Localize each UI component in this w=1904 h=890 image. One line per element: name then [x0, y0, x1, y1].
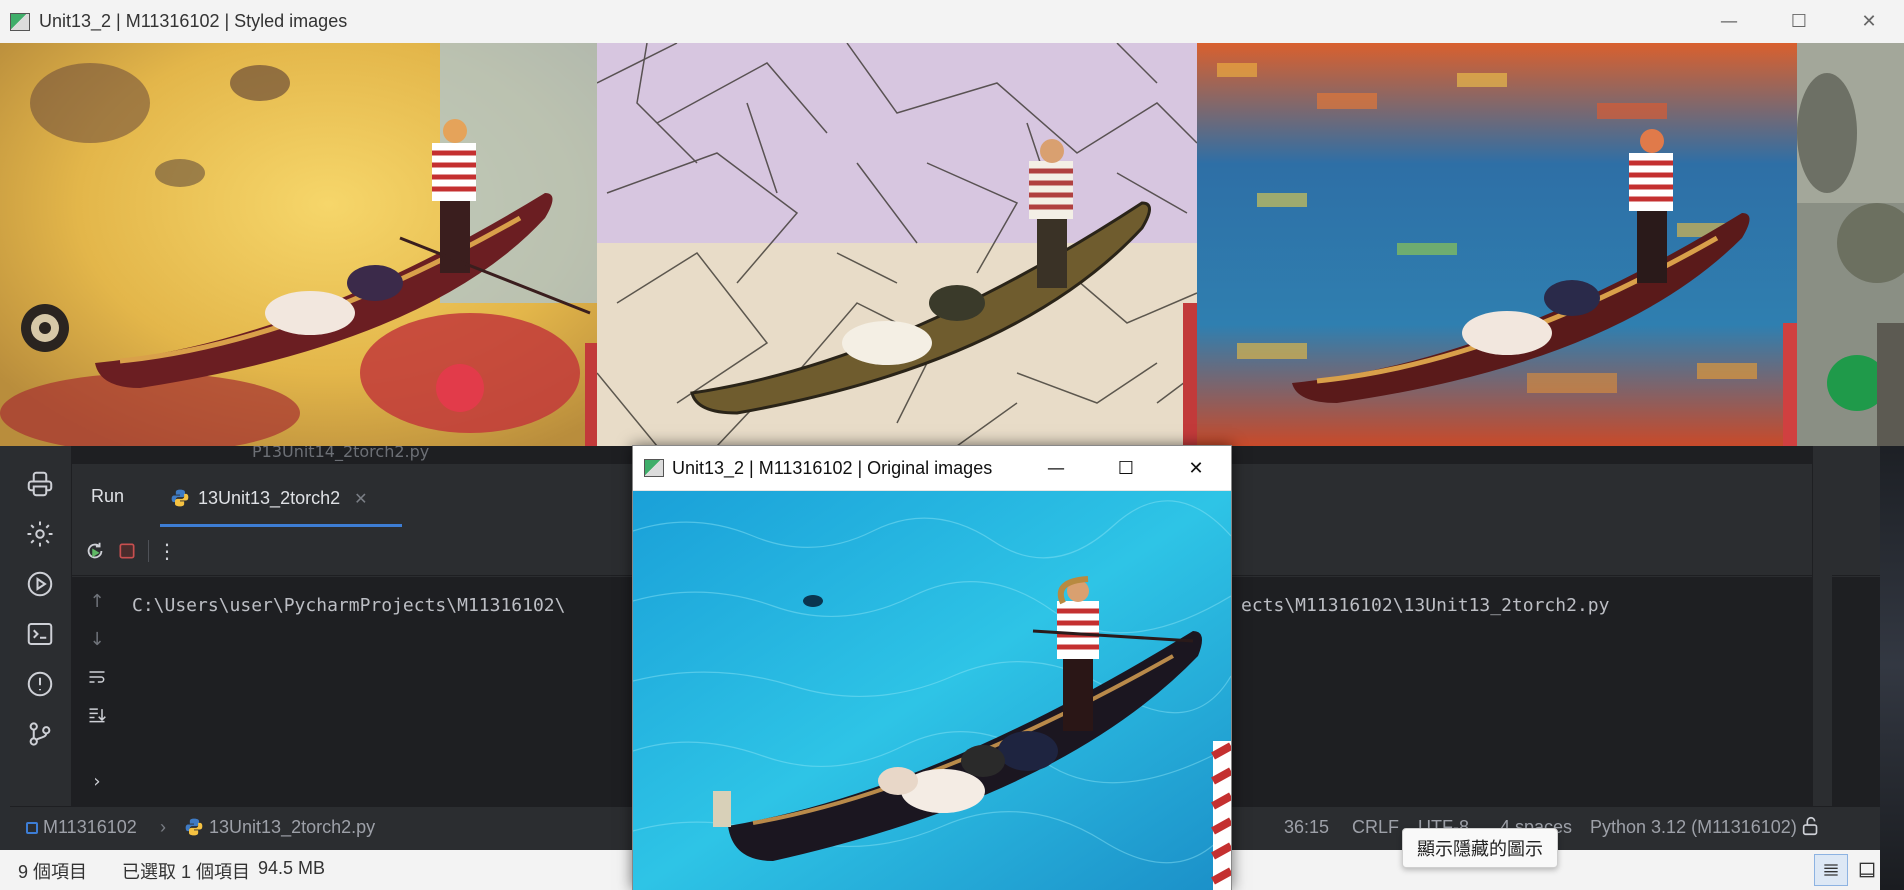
close-tab-icon[interactable]: ✕	[354, 489, 367, 508]
styled-images-canvas	[0, 43, 1904, 446]
rerun-icon[interactable]	[82, 538, 108, 564]
terminal-icon[interactable]	[24, 618, 56, 650]
console-output-left: C:\Users\user\PycharmProjects\M11316102\	[132, 595, 566, 616]
styled-image-4	[1797, 43, 1904, 446]
close-icon[interactable]: ✕	[1161, 446, 1231, 491]
minimize-icon[interactable]: —	[1021, 446, 1091, 491]
line-ending[interactable]: CRLF	[1352, 817, 1399, 838]
app-icon	[644, 459, 664, 477]
console-scrollbar[interactable]	[1812, 446, 1832, 806]
python-file-icon	[171, 489, 189, 507]
soft-wrap-icon[interactable]	[85, 665, 109, 689]
run-icon[interactable]	[24, 568, 56, 600]
original-image	[633, 491, 1231, 890]
tool-window-bar	[10, 446, 72, 806]
styled-image-2	[597, 43, 1197, 446]
minimize-icon[interactable]: —	[1694, 0, 1764, 43]
details-view-icon[interactable]	[1814, 854, 1848, 886]
selection-size: 94.5 MB	[258, 858, 326, 878]
toolbar-divider	[148, 540, 149, 562]
desktop-background	[1880, 440, 1904, 890]
original-window-title: Unit13_2 | M11316102 | Original images	[672, 457, 993, 478]
module-icon	[26, 822, 38, 834]
styled-image-3	[1197, 43, 1797, 446]
python-file-icon	[185, 818, 203, 836]
styled-window-title: Unit13_2 | M11316102 | Styled images	[39, 11, 348, 31]
expand-chevron-icon[interactable]: ›	[85, 769, 109, 793]
close-icon[interactable]: ✕	[1834, 0, 1904, 43]
stop-icon[interactable]	[114, 538, 140, 564]
breadcrumb-separator-icon: ›	[160, 817, 166, 837]
scroll-up-icon[interactable]: ↑	[85, 589, 109, 613]
caret-position[interactable]: 36:15	[1284, 817, 1329, 838]
scroll-down-icon[interactable]: ↓	[85, 627, 109, 651]
preview-view-icon[interactable]	[1850, 854, 1884, 886]
project-name: M11316102	[43, 817, 137, 837]
unlock-icon[interactable]	[1800, 815, 1822, 837]
scroll-to-end-icon[interactable]	[85, 703, 109, 727]
services-icon[interactable]	[24, 518, 56, 550]
file-name: 13Unit13_2torch2.py	[209, 817, 376, 837]
original-images-window: Unit13_2 | M11316102 | Original images —…	[632, 445, 1232, 890]
item-count: 9 個項目	[18, 862, 88, 882]
project-breadcrumb[interactable]: M11316102	[26, 817, 137, 838]
app-icon	[10, 12, 30, 31]
console-gutter: ↑ ↓ ›	[72, 577, 122, 807]
maximize-icon[interactable]: ☐	[1091, 446, 1161, 491]
styled-window-titlebar[interactable]: Unit13_2 | M11316102 | Styled images — ☐…	[0, 0, 1904, 43]
hidden-icons-tooltip: 顯示隱藏的圖示	[1402, 828, 1558, 868]
more-options-icon[interactable]: ⋮	[154, 538, 180, 564]
console-output-right: ects\M11316102\13Unit13_2torch2.py	[1241, 595, 1610, 616]
run-tab-label: 13Unit13_2torch2	[198, 487, 341, 508]
git-icon[interactable]	[24, 718, 56, 750]
maximize-icon[interactable]: ☐	[1764, 0, 1834, 43]
original-window-titlebar[interactable]: Unit13_2 | M11316102 | Original images —…	[633, 446, 1231, 491]
styled-image-1	[0, 43, 597, 446]
selection-count: 已選取 1 個項目	[122, 862, 251, 882]
python-packages-icon[interactable]	[24, 468, 56, 500]
file-breadcrumb[interactable]: 13Unit13_2torch2.py	[184, 817, 375, 838]
run-config-tab[interactable]: 13Unit13_2torch2 ✕	[170, 480, 368, 516]
python-interpreter[interactable]: Python 3.12 (M11316102)	[1590, 817, 1797, 838]
run-tool-window-title: Run	[91, 486, 125, 506]
styled-images-window: Unit13_2 | M11316102 | Styled images — ☐…	[0, 0, 1904, 446]
problems-icon[interactable]	[24, 668, 56, 700]
